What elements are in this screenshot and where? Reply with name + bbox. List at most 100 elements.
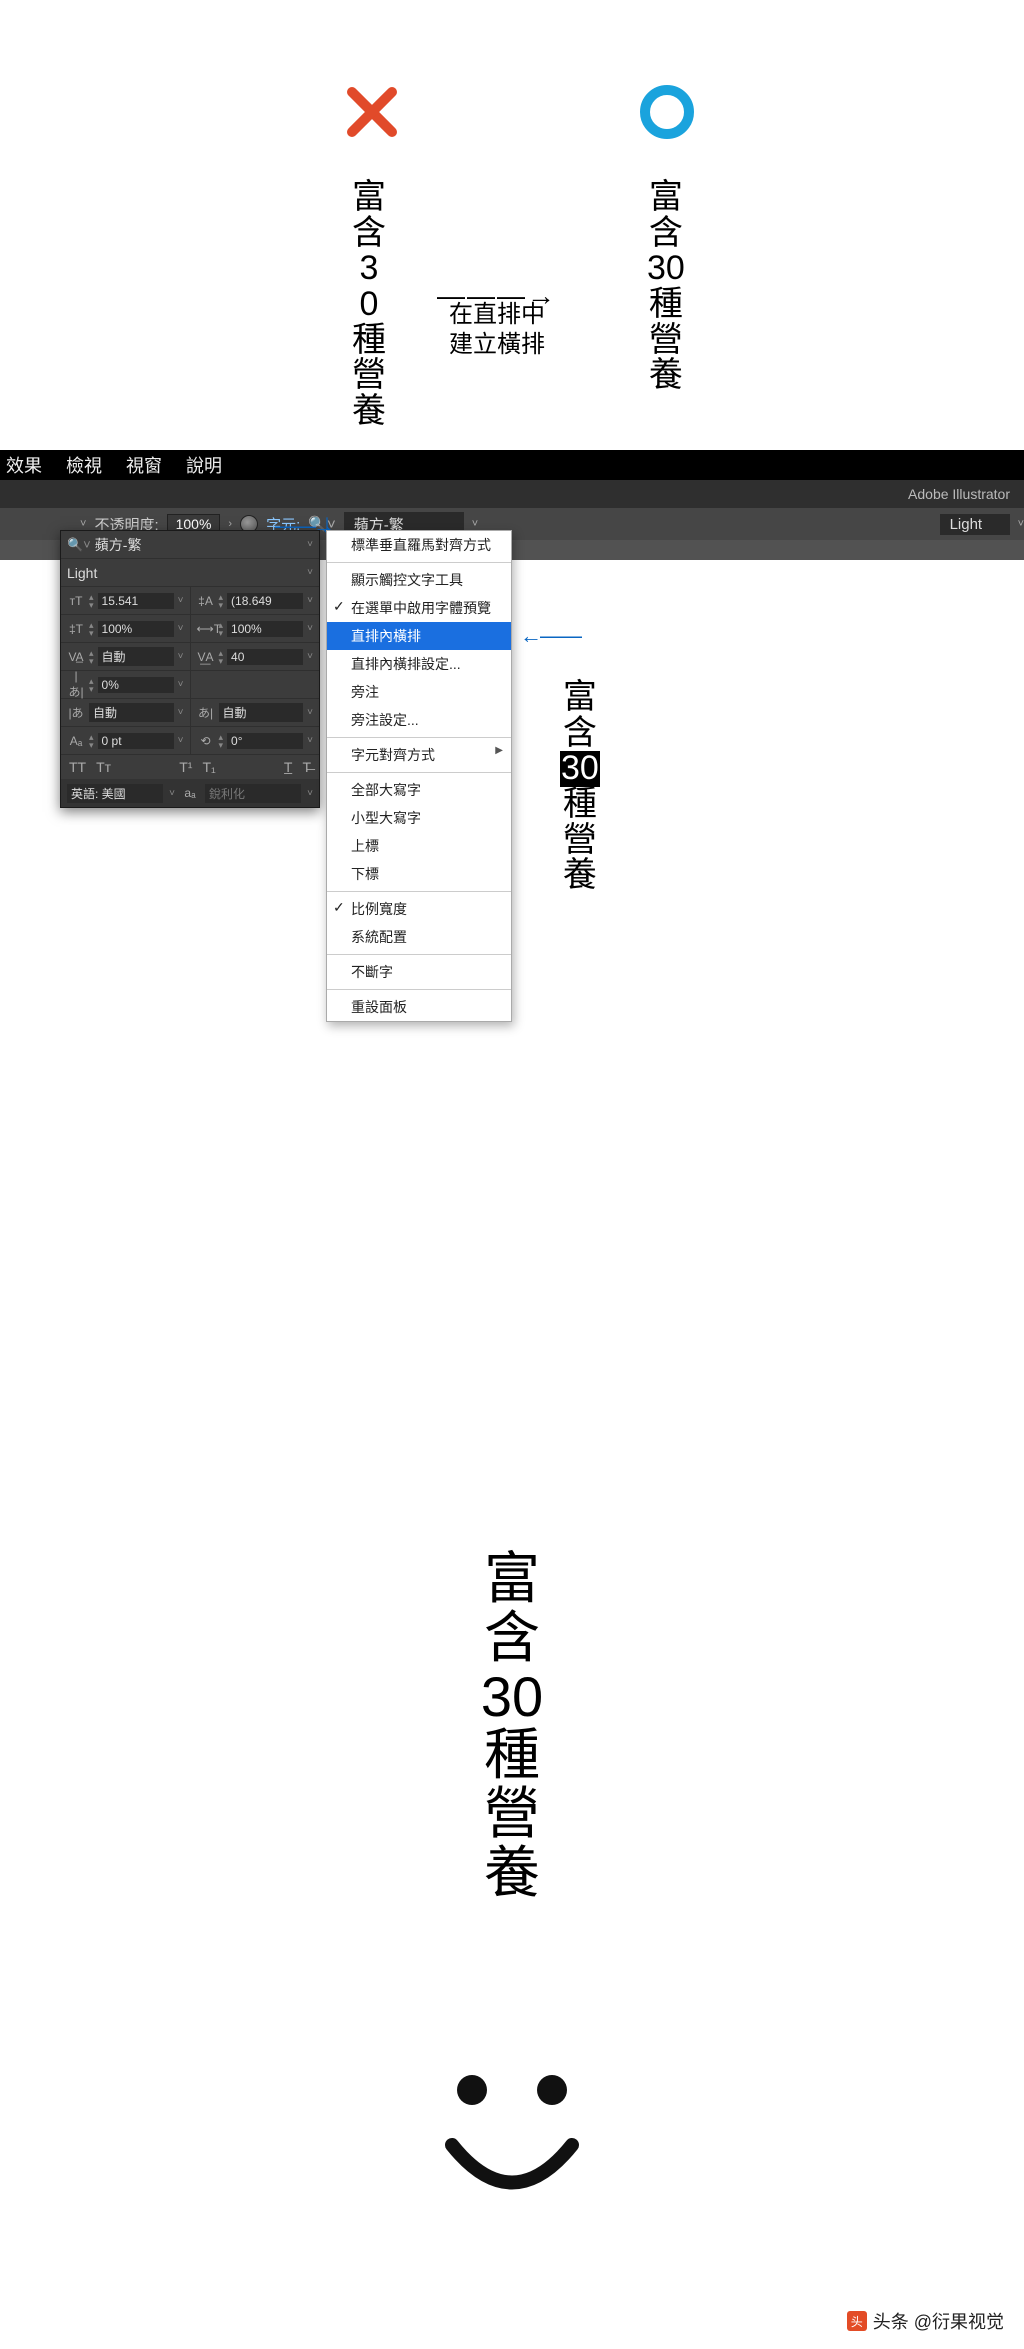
vscale-icon: ‡T [67,622,85,636]
search-icon[interactable]: 🔍˅ [67,537,91,553]
stepper-icon[interactable]: ▴▾ [89,593,94,609]
menu-item[interactable]: 顯示觸控文字工具 [327,566,511,594]
wrong-vertical-text: 富含30種營養 [352,180,386,430]
chevron-down-icon[interactable]: ˅ [307,567,313,578]
font-size-field[interactable]: 15.541 [98,593,174,609]
chevron-down-icon[interactable]: ˅ [307,707,313,718]
tsume-field[interactable]: 0% [98,677,174,693]
menu-item[interactable]: 下標 [327,860,511,888]
font-family-field[interactable]: 蘋方-繁 [95,535,303,555]
chevron-icon[interactable]: ˅ [80,518,86,530]
kerning-icon: VA̲ [67,650,85,664]
menu-item[interactable]: 比例寬度 [327,895,511,923]
result-area: 富 含 30 種 營 養 [167,1550,857,1903]
aki-left-icon: |あ [67,704,85,721]
comparison-area: 富含30種營養 富含30種營養 ———→ 在直排中 建立橫排 [167,0,857,450]
type-style-buttons[interactable]: TT Tᴛ T¹ T₁ T̲ T̶ [61,755,319,779]
menu-view[interactable]: 檢視 [66,452,102,478]
menu-item[interactable]: 旁注設定... [327,706,511,734]
menu-item[interactable]: 直排內橫排設定... [327,650,511,678]
chevron-icon[interactable]: › [228,518,232,530]
annotation-text: 在直排中 建立橫排 [449,300,545,360]
stepper-icon[interactable]: ▴▾ [219,733,224,749]
correct-vertical-text: 富含30種營養 [647,180,685,394]
menu-item[interactable]: 字元對齊方式 [327,741,511,769]
rotation-icon: ⟲ [197,734,215,748]
chevron-down-icon[interactable]: ˅ [178,623,184,634]
chevron-down-icon[interactable]: ˅ [178,595,184,606]
illustrator-ui: 效果 檢視 視窗 說明 Adobe Illustrator ˅ 不透明度: 10… [0,450,1024,560]
vscale-field[interactable]: 100% [98,621,174,637]
stepper-icon[interactable]: ▴▾ [219,621,224,637]
chevron-down-icon[interactable]: ˅ [307,539,313,550]
chevron-down-icon[interactable]: ˅ [472,518,478,530]
leading-icon: ‡A [197,594,215,608]
menu-item[interactable]: 小型大寫字 [327,804,511,832]
tracking-field[interactable]: 40 [227,649,303,665]
font-weight-field[interactable]: Light [940,514,1010,535]
menu-window[interactable]: 視窗 [126,452,162,478]
stepper-icon[interactable]: ▴▾ [89,733,94,749]
menu-item[interactable]: 上標 [327,832,511,860]
chevron-down-icon[interactable]: ˅ [307,788,313,799]
sample-vertical-text: 富 含 30 種 營 養 [560,680,600,894]
stepper-icon[interactable]: ▴▾ [89,621,94,637]
menubar[interactable]: 效果 檢視 視窗 說明 [0,450,1024,480]
result-vertical-text: 富 含 30 種 營 養 [481,1550,543,1903]
all-caps-icon[interactable]: TT [69,759,86,775]
chevron-down-icon[interactable]: ˅ [307,623,313,634]
app-title-bar: Adobe Illustrator [0,480,1024,508]
hscale-field[interactable]: 100% [227,621,303,637]
chevron-down-icon[interactable]: ˅ [178,679,184,690]
stepper-icon[interactable]: ▴▾ [219,593,224,609]
antialias-icon: aₐ [181,786,199,800]
chevron-down-icon[interactable]: ˅ [1018,518,1024,530]
tracking-icon: V͟A [197,650,215,664]
antialias-field[interactable]: 銳利化 [205,784,301,803]
aki-left-field[interactable]: 自動 [89,703,174,722]
circle-icon [637,82,697,142]
menu-item[interactable]: 不斷字 [327,958,511,986]
watermark: 头 头条 @衍果视觉 [847,2308,1004,2334]
chevron-down-icon[interactable]: ˅ [178,651,184,662]
menu-item[interactable]: 旁注 [327,678,511,706]
stepper-icon[interactable]: ▴▾ [89,677,94,693]
leading-field[interactable]: (18.649 [227,593,303,609]
aki-right-icon: あ| [197,704,215,721]
tsume-icon: |あ| [67,669,85,700]
chevron-down-icon[interactable]: ˅ [307,651,313,662]
language-field[interactable]: 英語: 美國 [67,784,163,803]
kerning-field[interactable]: 自動 [98,647,174,666]
chevron-down-icon[interactable]: ˅ [307,735,313,746]
font-weight-field[interactable]: Light [67,565,303,581]
menu-effects[interactable]: 效果 [6,452,42,478]
aki-right-field[interactable]: 自動 [219,703,304,722]
panel-menu[interactable]: 標準垂直羅馬對齊方式顯示觸控文字工具在選單中啟用字體預覽直排內橫排直排內橫排設定… [326,530,512,1022]
baseline-shift-icon: Aₐ [67,734,85,748]
stepper-icon[interactable]: ▴▾ [219,649,224,665]
menu-item[interactable]: 重設面板 [327,993,511,1021]
menu-item[interactable]: 全部大寫字 [327,776,511,804]
chevron-down-icon[interactable]: ˅ [178,707,184,718]
menu-item[interactable]: 直排內橫排 [327,622,511,650]
menu-item[interactable]: 系統配置 [327,923,511,951]
small-caps-icon[interactable]: Tᴛ [96,759,111,775]
menu-item[interactable]: 標準垂直羅馬對齊方式 [327,531,511,559]
rotation-field[interactable]: 0° [227,733,303,749]
font-size-icon: тT [67,594,85,608]
superscript-icon[interactable]: T¹ [179,759,192,775]
chevron-down-icon[interactable]: ˅ [169,788,175,799]
chevron-down-icon[interactable]: ˅ [307,595,313,606]
underline-icon[interactable]: T̲ [284,759,293,775]
stepper-icon[interactable]: ▴▾ [89,649,94,665]
chevron-down-icon[interactable]: ˅ [178,735,184,746]
character-panel[interactable]: 🔍˅ 蘋方-繁 ˅ Light ˅ тT▴▾15.541˅ ‡A▴▾(18.64… [60,530,320,808]
menu-item[interactable]: 在選單中啟用字體預覽 [327,594,511,622]
cross-icon [342,82,402,142]
strikethrough-icon[interactable]: T̶ [302,759,311,775]
watermark-logo-icon: 头 [847,2311,867,2331]
baseline-shift-field[interactable]: 0 pt [98,733,174,749]
pointer-left-icon: ←—— [520,623,580,649]
subscript-icon[interactable]: T₁ [202,759,215,775]
menu-help[interactable]: 說明 [186,452,222,478]
